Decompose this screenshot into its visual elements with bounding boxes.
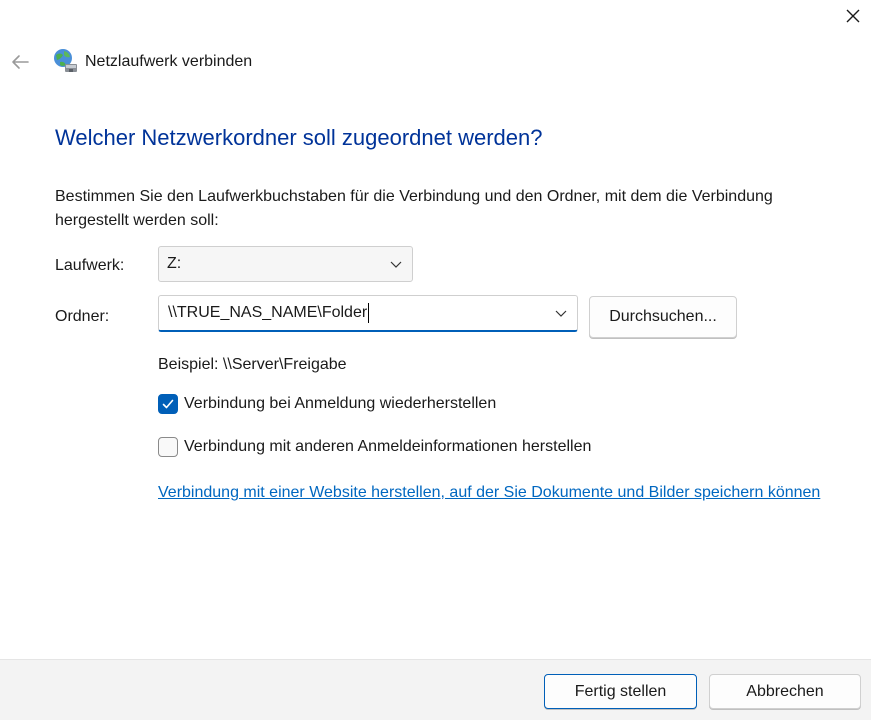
folder-input-value: \\TRUE_NAS_NAME\Folder bbox=[168, 304, 368, 321]
chevron-down-icon[interactable] bbox=[553, 305, 569, 321]
chevron-down-icon bbox=[390, 261, 402, 268]
folder-input[interactable]: \\TRUE_NAS_NAME\Folder bbox=[158, 295, 578, 332]
close-icon bbox=[846, 9, 859, 23]
other-credentials-checkbox[interactable] bbox=[158, 437, 178, 457]
back-button[interactable] bbox=[6, 50, 34, 74]
drive-letter-select[interactable]: Z: bbox=[158, 246, 413, 282]
close-button[interactable] bbox=[834, 0, 871, 32]
finish-button[interactable]: Fertig stellen bbox=[544, 674, 697, 709]
reconnect-label: Verbindung bei Anmeldung wiederherstelle… bbox=[184, 395, 497, 412]
instructions-text: Bestimmen Sie den Laufwerkbuchstaben für… bbox=[55, 188, 773, 229]
other-credentials-label: Verbindung mit anderen Anmeldeinformatio… bbox=[184, 438, 592, 455]
checkmark-icon bbox=[162, 399, 174, 409]
page-heading: Welcher Netzwerkordner soll zugeordnet w… bbox=[55, 125, 543, 150]
reconnect-checkbox-row[interactable]: Verbindung bei Anmeldung wiederherstelle… bbox=[158, 394, 496, 414]
reconnect-checkbox[interactable] bbox=[158, 394, 178, 414]
cancel-button[interactable]: Abbrechen bbox=[709, 674, 861, 709]
folder-label: Ordner: bbox=[55, 308, 110, 325]
example-text: Beispiel: \\Server\Freigabe bbox=[158, 356, 347, 373]
website-connect-link[interactable]: Verbindung mit einer Website herstellen,… bbox=[158, 480, 848, 505]
text-caret bbox=[368, 303, 370, 323]
window-title: Netzlaufwerk verbinden bbox=[85, 53, 253, 70]
drive-label: Laufwerk: bbox=[55, 257, 125, 274]
back-arrow-icon bbox=[12, 55, 29, 69]
network-drive-icon bbox=[51, 47, 79, 75]
credentials-checkbox-row[interactable]: Verbindung mit anderen Anmeldeinformatio… bbox=[158, 437, 591, 457]
drive-letter-value: Z: bbox=[167, 255, 182, 272]
browse-button[interactable]: Durchsuchen... bbox=[589, 296, 737, 338]
